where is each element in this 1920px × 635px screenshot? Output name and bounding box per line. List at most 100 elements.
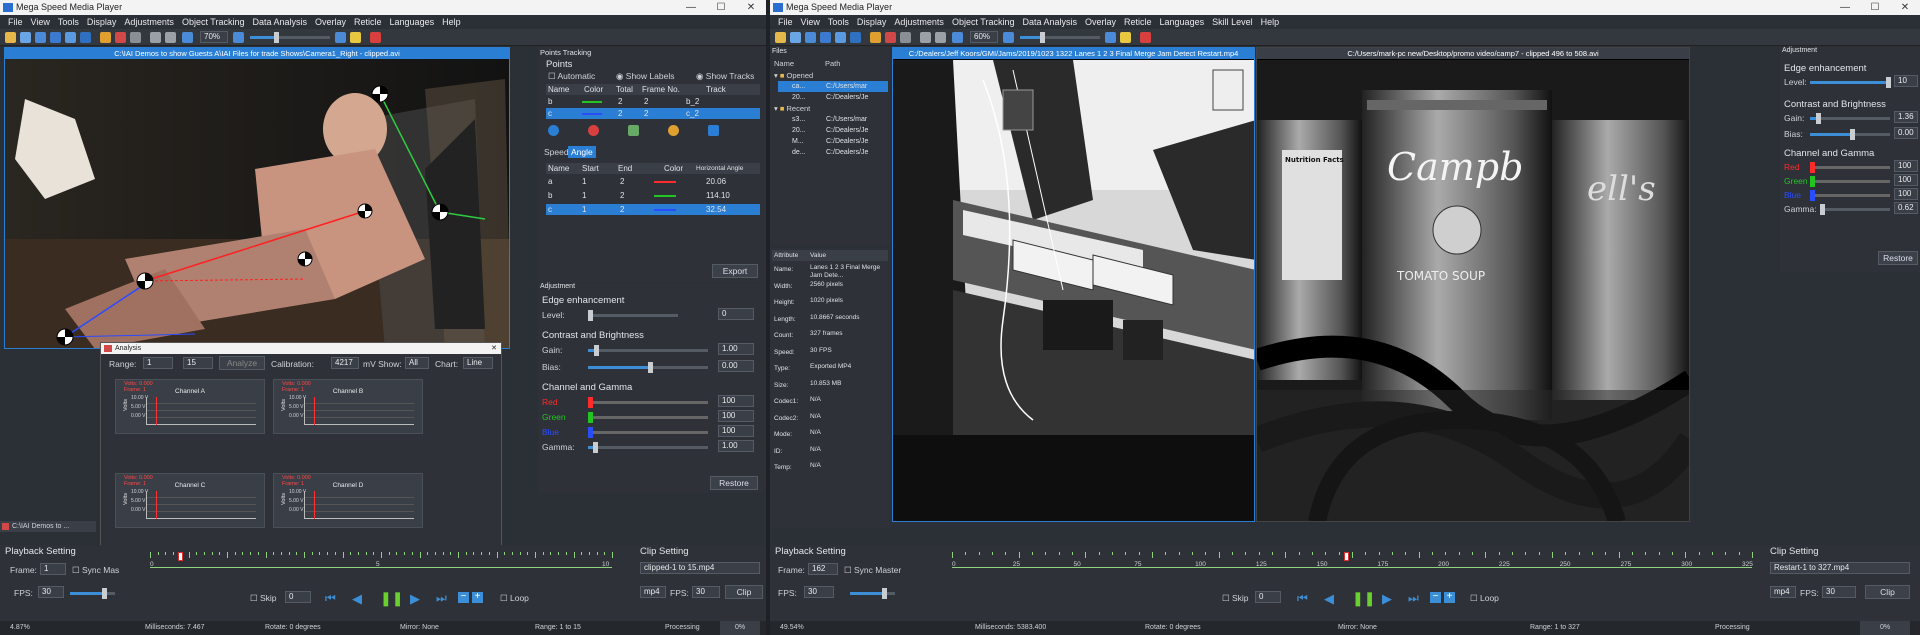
close-icon[interactable]: ✕ [491,343,497,354]
menu-tools[interactable]: Tools [828,17,849,27]
zoom-in-icon[interactable] [335,32,346,43]
show-labels-radio[interactable]: ◉ Show Labels [616,71,674,82]
sync-master-checkbox[interactable]: ☐ Sync Master [844,565,901,576]
menu-adjustments[interactable]: Adjustments [124,17,174,27]
step-forward-icon[interactable]: + [1444,592,1455,603]
table-row[interactable]: b 2 2 b_2 [546,96,760,107]
sync-master-checkbox[interactable]: ☐ Sync Mas [72,565,119,576]
menu-display[interactable]: Display [87,17,117,27]
back-icon[interactable] [920,32,931,43]
red-slider[interactable] [588,397,708,408]
menu-view[interactable]: View [801,17,820,27]
recent-group[interactable]: ▾ ■ Recent [774,104,810,113]
add-point-icon[interactable] [548,125,559,136]
menu-languages[interactable]: Languages [1160,17,1205,27]
tab-speed[interactable]: Speed [544,147,569,157]
restore-button[interactable]: Restore [1878,251,1918,265]
calibration-input[interactable]: 4217 [331,357,359,369]
skip-input[interactable]: 0 [285,591,311,603]
chart-select[interactable]: Line [463,357,493,369]
menu-display[interactable]: Display [857,17,887,27]
zoom-in-icon[interactable] [1105,32,1116,43]
left-video-window[interactable]: C:\IAI Demos to show Guests A\IAI Files … [4,47,510,349]
level-slider[interactable] [1810,77,1891,88]
zoom-select[interactable]: 70% [200,31,228,43]
menu-help[interactable]: Help [442,17,461,27]
minimize-icon[interactable]: — [676,0,706,15]
gain-input[interactable]: 1.00 [718,343,754,355]
zoom-slider[interactable] [1020,32,1100,43]
fps-slider[interactable] [850,588,895,599]
menu-object-tracking[interactable]: Object Tracking [952,17,1015,27]
green-slider[interactable] [1810,176,1890,187]
clip-fps-input[interactable]: 30 [1822,586,1856,598]
close-icon[interactable]: ✕ [736,0,766,15]
skip-checkbox[interactable]: ☐ Skip [250,593,277,604]
close-icon[interactable]: ✕ [1890,0,1920,15]
clip-button[interactable]: Clip [725,585,763,599]
clip-button[interactable]: Clip [1865,585,1910,599]
bias-input[interactable]: 0.00 [718,360,754,372]
gamma-input[interactable]: 1.00 [718,440,754,452]
table-row[interactable]: a 1 2 20.06 [546,176,760,187]
pause-icon[interactable]: ❚❚ [380,590,403,606]
menu-overlay[interactable]: Overlay [315,17,346,27]
range-from-input[interactable]: 1 [143,357,173,369]
menu-overlay[interactable]: Overlay [1085,17,1116,27]
gamma-input[interactable]: 0.62 [1894,202,1918,214]
export-button[interactable]: Export [712,264,758,278]
menu-reticle[interactable]: Reticle [1124,17,1152,27]
clip-name-input[interactable]: clipped-1 to 15.mp4 [640,562,760,574]
red-input[interactable]: 100 [718,395,754,407]
pause-icon[interactable]: ❚❚ [1352,590,1375,606]
open-folder-icon[interactable] [775,32,786,43]
bias-slider[interactable] [1810,129,1890,140]
table-row[interactable]: c 1 2 32.54 [546,204,760,215]
step-back-icon[interactable]: − [458,592,469,603]
open-folder-icon[interactable] [5,32,16,43]
automatic-checkbox[interactable]: ☐ Automatic [548,71,595,82]
show-select[interactable]: All [405,357,429,369]
format-select[interactable]: mp4 [1770,586,1796,598]
loop-checkbox[interactable]: ☐ Loop [500,593,529,604]
blue-input[interactable]: 100 [718,425,754,437]
play-icon[interactable]: ▶ [410,591,421,606]
conveyor-video-window[interactable]: C:/Dealers/Jeff Koors/GMI/Jams/2019/1023… [892,47,1255,522]
soup-can-video-window[interactable]: C:/Users/mark-pc new/Desktop/promo video… [1256,47,1690,522]
blue-input[interactable]: 100 [1894,188,1918,200]
clip-name-input[interactable]: Restart-1 to 327.mp4 [1770,562,1910,574]
settings-icon[interactable] [708,125,719,136]
gain-input[interactable]: 1.36 [1894,111,1918,123]
layout-icon[interactable] [850,32,861,43]
skip-start-icon[interactable]: ⏮ [325,591,336,605]
skip-input[interactable]: 0 [1255,591,1281,603]
bias-slider[interactable] [588,362,708,373]
frame-input[interactable]: 1 [40,563,66,575]
fit-icon[interactable] [182,32,193,43]
green-slider[interactable] [588,412,708,423]
chart-icon[interactable] [628,125,639,136]
fps-input[interactable]: 30 [38,586,64,598]
film-icon[interactable] [805,32,816,43]
frame-input[interactable]: 162 [808,563,838,575]
skip-start-icon[interactable]: ⏮ [1297,591,1308,605]
pointer-icon[interactable] [1120,32,1131,43]
remove-point-icon[interactable] [588,125,599,136]
bias-input[interactable]: 0.00 [1894,127,1918,139]
gamma-slider[interactable] [1820,204,1890,215]
rotate-icon[interactable] [835,32,846,43]
table-row[interactable]: b 1 2 114.10 [546,190,760,201]
menu-languages[interactable]: Languages [390,17,435,27]
level-input[interactable]: 0 [718,308,754,320]
gamma-slider[interactable] [588,442,708,453]
crosshair-icon[interactable] [1140,32,1151,43]
level-input[interactable]: 10 [1894,75,1918,87]
fit-icon[interactable] [952,32,963,43]
list-item[interactable]: ca... C:/Users/mar [778,81,888,92]
fps-slider[interactable] [70,588,115,599]
minimized-video-tab[interactable]: C:\IAI Demos to ... [0,521,96,532]
histogram-icon[interactable] [115,32,126,43]
green-input[interactable]: 100 [1894,174,1918,186]
tab-angle[interactable]: Angle [568,146,596,158]
camera-icon[interactable] [820,32,831,43]
